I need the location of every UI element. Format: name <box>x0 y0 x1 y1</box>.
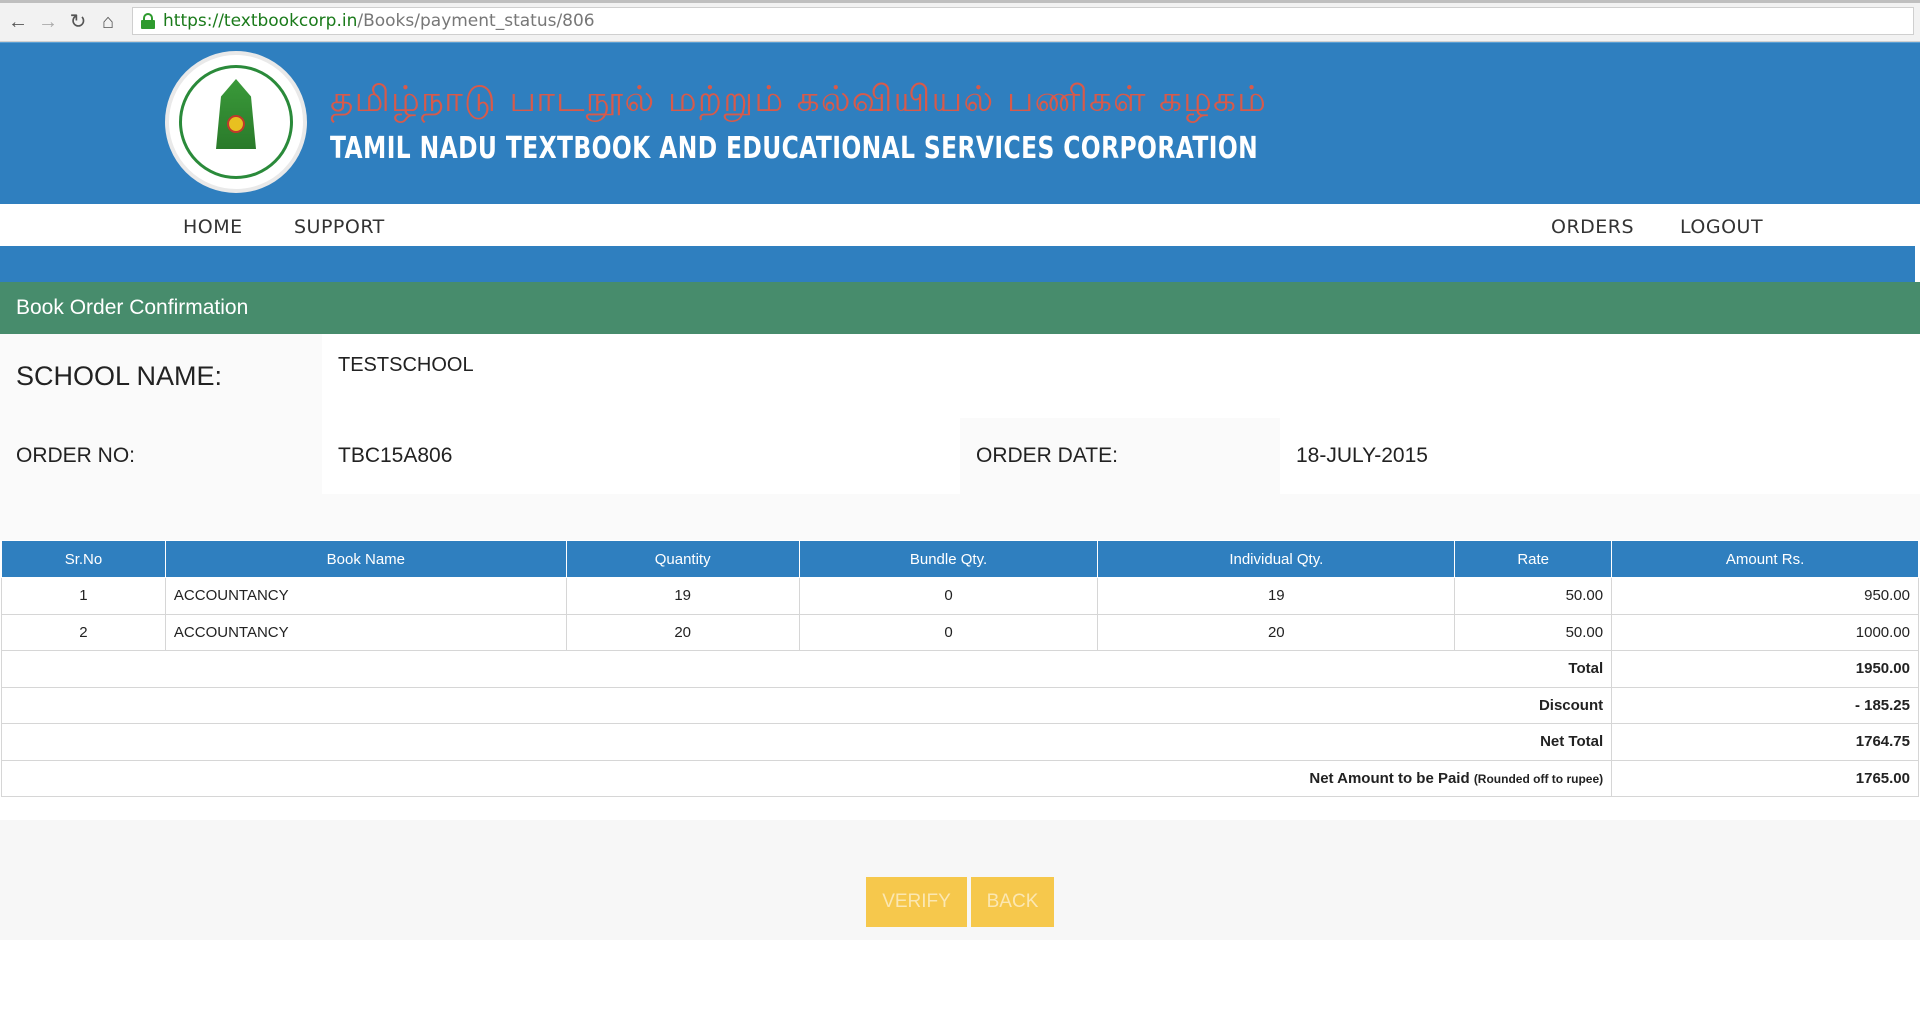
verify-button[interactable]: VERIFY <box>866 877 967 927</box>
tab-strip <box>0 0 1920 3</box>
total-label: Total <box>0 650 1613 688</box>
url-path: /Books/payment_status/806 <box>357 11 595 31</box>
cell-amount: 950.00 <box>1611 577 1919 615</box>
nav-logout[interactable]: LOGOUT <box>1680 216 1763 238</box>
section-title: Book Order Confirmation <box>0 282 1920 334</box>
cell-bundle-qty: 0 <box>798 577 1099 615</box>
reload-icon[interactable]: ↻ <box>66 10 90 34</box>
net-total-label: Net Total <box>0 723 1613 761</box>
col-header-book-name: Book Name <box>164 540 567 578</box>
table-row: 2 ACCOUNTANCY 20 0 20 50.00 1000.00 <box>1 613 1919 651</box>
arrow-right-icon[interactable]: → <box>36 10 60 34</box>
col-header-rate: Rate <box>1454 540 1613 578</box>
table-header-row: Sr.No Book Name Quantity Bundle Qty. Ind… <box>1 540 1919 578</box>
site-title-english: TAMIL NADU TEXTBOOK AND EDUCATIONAL SERV… <box>330 131 1259 166</box>
col-header-bundle-qty: Bundle Qty. <box>798 540 1099 578</box>
cell-sr-no: 2 <box>1 613 166 651</box>
order-table: Sr.No Book Name Quantity Bundle Qty. Ind… <box>0 540 1919 797</box>
cell-book-name: ACCOUNTANCY <box>164 613 567 651</box>
cell-quantity: 19 <box>565 577 800 615</box>
back-button[interactable]: BACK <box>971 877 1054 927</box>
site-title-tamil: தமிழ்நாடு பாடநூல் மற்றும் கல்வியியல் பணி… <box>330 79 1267 120</box>
order-no-label: ORDER NO: <box>16 444 136 467</box>
url-host: https://textbookcorp.in <box>163 11 358 31</box>
cell-individual-qty: 19 <box>1097 577 1456 615</box>
net-amount-value: 1765.00 <box>1611 759 1919 797</box>
col-header-quantity: Quantity <box>565 540 800 578</box>
cell-quantity: 20 <box>565 613 800 651</box>
cell-sr-no: 1 <box>1 577 166 615</box>
net-amount-row: Net Amount to be Paid (Rounded off to ru… <box>0 759 1919 797</box>
discount-label: Discount <box>0 686 1613 724</box>
table-row: 1 ACCOUNTANCY 19 0 19 50.00 950.00 <box>1 577 1919 615</box>
lock-icon <box>141 13 155 29</box>
cell-bundle-qty: 0 <box>798 613 1099 651</box>
school-row: SCHOOL NAME: TESTSCHOOL <box>0 334 1920 418</box>
spacer-row <box>0 494 1920 540</box>
home-icon[interactable]: ⌂ <box>96 10 120 34</box>
total-row: Total 1950.00 <box>0 650 1919 688</box>
arrow-left-icon[interactable]: ← <box>6 10 30 34</box>
nav-support[interactable]: SUPPORT <box>294 216 385 238</box>
cell-rate: 50.00 <box>1454 577 1613 615</box>
net-total-row: Net Total 1764.75 <box>0 723 1919 761</box>
col-header-individual-qty: Individual Qty. <box>1097 540 1456 578</box>
order-row: ORDER NO: TBC15A806 ORDER DATE: 18-JULY-… <box>0 418 1920 494</box>
cell-book-name: ACCOUNTANCY <box>164 577 567 615</box>
cell-amount: 1000.00 <box>1611 613 1919 651</box>
browser-toolbar: ← → ↻ ⌂ https://textbookcorp.in/Books/pa… <box>0 0 1920 42</box>
net-amount-label-cell: Net Amount to be Paid (Rounded off to ru… <box>0 759 1613 797</box>
nav-orders[interactable]: ORDERS <box>1551 216 1634 238</box>
order-date-value: 18-JULY-2015 <box>1280 418 1920 494</box>
order-no-value: TBC15A806 <box>322 418 960 494</box>
school-name-value: TESTSCHOOL <box>322 334 1920 418</box>
discount-value: - 185.25 <box>1611 686 1919 724</box>
site-header: தமிழ்நாடு பாடநூல் மற்றும் கல்வியியல் பணி… <box>0 42 1920 204</box>
main-nav: HOME SUPPORT ORDERS LOGOUT <box>0 204 1920 246</box>
cell-rate: 50.00 <box>1454 613 1613 651</box>
address-bar[interactable]: https://textbookcorp.in/Books/payment_st… <box>132 7 1914 35</box>
net-total-value: 1764.75 <box>1611 723 1919 761</box>
net-amount-note: (Rounded off to rupee) <box>1473 771 1604 786</box>
total-value: 1950.00 <box>1611 650 1919 688</box>
nav-underbar <box>0 246 1915 282</box>
cell-individual-qty: 20 <box>1097 613 1456 651</box>
nav-home[interactable]: HOME <box>183 216 243 238</box>
discount-row: Discount - 185.25 <box>0 686 1919 724</box>
corporation-logo <box>165 51 307 193</box>
order-date-label: ORDER DATE: <box>976 444 1118 467</box>
net-amount-label: Net Amount to be Paid <box>1309 769 1470 787</box>
school-name-label: SCHOOL NAME: <box>16 360 223 391</box>
col-header-amount: Amount Rs. <box>1611 540 1919 578</box>
col-header-sr-no: Sr.No <box>1 540 166 578</box>
